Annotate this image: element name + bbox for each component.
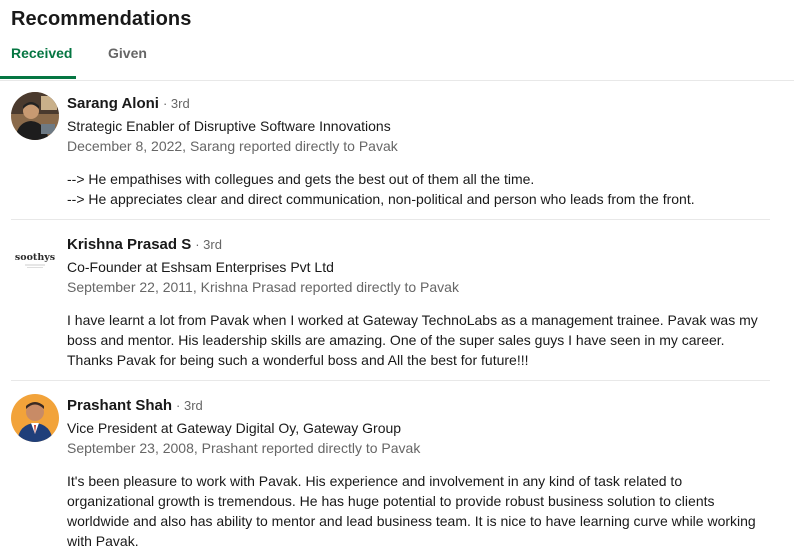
recommender-name-text[interactable]: Prashant Shah (67, 397, 172, 414)
avatar[interactable] (11, 394, 59, 442)
divider (11, 380, 770, 381)
connection-degree: · 3rd (162, 96, 190, 111)
recommendation-meta: September 23, 2008, Prashant reported di… (67, 440, 421, 456)
recommendation-text: It's been pleasure to work with Pavak. H… (67, 473, 756, 549)
tab-given[interactable]: Given (108, 45, 147, 61)
recommender-name-text[interactable]: Krishna Prasad S (67, 236, 191, 253)
recommendations-tabs: Received Given (0, 36, 794, 81)
recommender-name[interactable]: Krishna Prasad S · 3rd (67, 236, 222, 253)
recommendation-text-line: --> He empathises with collegues and get… (67, 171, 535, 187)
recommender-headline: Vice President at Gateway Digital Oy, Ga… (67, 420, 402, 436)
recommendation-text-line: --> He appreciates clear and direct comm… (67, 191, 695, 207)
recommender-name[interactable]: Prashant Shah · 3rd (67, 397, 203, 414)
recommendation-text: --> He empathises with collegues and get… (67, 169, 767, 209)
logo-text: soothys (15, 252, 55, 263)
recommendation-text: I have learnt a lot from Pavak when I wo… (67, 312, 758, 368)
recommender-name[interactable]: Sarang Aloni · 3rd (67, 95, 190, 112)
recommender-name-text[interactable]: Sarang Aloni (67, 95, 159, 112)
recommendation-meta: September 22, 2011, Krishna Prasad repor… (67, 279, 459, 295)
tab-received[interactable]: Received (11, 45, 72, 61)
soothys-logo-icon: soothys (11, 233, 59, 281)
recommendation-meta: December 8, 2022, Sarang reported direct… (67, 138, 398, 154)
divider (11, 219, 770, 220)
profile-photo-icon (11, 394, 59, 442)
connection-degree: · 3rd (195, 237, 222, 252)
profile-photo-icon (11, 92, 59, 140)
section-title: Recommendations (11, 8, 192, 30)
avatar[interactable] (11, 92, 59, 140)
recommender-headline: Co-Founder at Eshsam Enterprises Pvt Ltd (67, 259, 334, 275)
recommender-headline: Strategic Enabler of Disruptive Software… (67, 118, 391, 134)
avatar[interactable]: soothys (11, 233, 59, 281)
connection-degree: · 3rd (176, 398, 203, 413)
active-tab-indicator (0, 76, 76, 79)
